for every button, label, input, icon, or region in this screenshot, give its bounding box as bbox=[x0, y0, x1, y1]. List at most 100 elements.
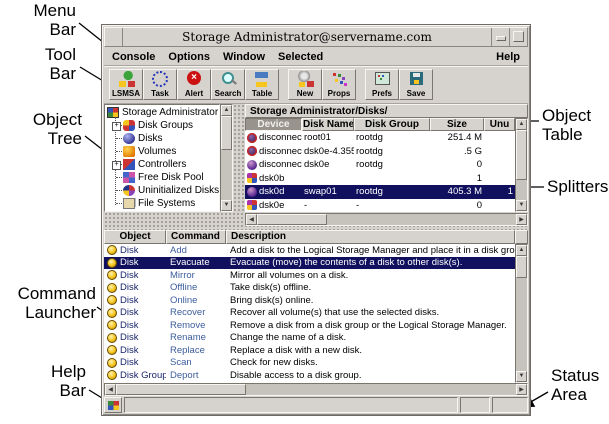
header-corner bbox=[515, 230, 528, 244]
object-table-row[interactable]: disconnected dsk0e-4.355 rootdg .5 G bbox=[245, 145, 515, 159]
status-segment bbox=[460, 397, 490, 413]
vertical-splitter[interactable] bbox=[233, 104, 245, 212]
alert-button[interactable]: Alert bbox=[177, 69, 211, 100]
scroll-up-icon[interactable]: ▲ bbox=[516, 245, 527, 256]
window-menu-button[interactable] bbox=[105, 28, 123, 46]
scroll-down-icon[interactable]: ▼ bbox=[221, 200, 232, 211]
lsmsa-button[interactable]: LSMSA bbox=[109, 69, 143, 100]
command-row[interactable]: Disk Replace Replace a disk with a new d… bbox=[104, 344, 515, 357]
command-launcher-hscrollbar[interactable]: ◀ ▶ bbox=[104, 383, 528, 396]
command-row[interactable]: Disk Offline Take disk(s) offline. bbox=[104, 282, 515, 295]
minimize-button[interactable] bbox=[491, 28, 509, 46]
scroll-thumb[interactable] bbox=[116, 384, 246, 395]
device-icon bbox=[247, 200, 257, 210]
save-button[interactable]: Save bbox=[399, 69, 433, 100]
disk-group-cell: rootdg bbox=[354, 132, 430, 143]
tree-item-uninitialized-disks[interactable]: Uninitialized Disks bbox=[112, 184, 219, 197]
command-row[interactable]: Disk Online Bring disk(s) online. bbox=[104, 294, 515, 307]
toolbar-button-label: Task bbox=[151, 89, 169, 99]
object-table-row[interactable]: disconnected root01 rootdg 251.4 M bbox=[245, 131, 515, 145]
tree-root[interactable]: Storage Administrator bbox=[107, 106, 219, 119]
device-label: disconnected bbox=[259, 146, 302, 157]
column-device[interactable]: Device bbox=[245, 118, 302, 131]
column-disk-group[interactable]: Disk Group bbox=[354, 118, 430, 131]
tree-item-disk-groups[interactable]: Disk Groups bbox=[112, 119, 219, 132]
title-bar[interactable]: Storage Administrator@servername.com bbox=[104, 27, 528, 47]
command-row[interactable]: Disk Scan Check for new disks. bbox=[104, 357, 515, 370]
device-label: disconnected bbox=[259, 132, 302, 143]
tree-item-controllers[interactable]: Controllers bbox=[112, 158, 219, 171]
search-button[interactable]: Search bbox=[211, 69, 245, 100]
scroll-right-icon[interactable]: ▶ bbox=[516, 214, 527, 225]
scroll-up-icon[interactable]: ▲ bbox=[516, 119, 527, 130]
scroll-left-icon[interactable]: ◀ bbox=[105, 384, 116, 395]
minimize-icon bbox=[496, 36, 506, 41]
object-table-row[interactable]: dsk0b 1 bbox=[245, 172, 515, 186]
object-table-row[interactable]: dsk0d swap01 rootdg 405.3 M 1 bbox=[245, 185, 515, 199]
maximize-button[interactable] bbox=[509, 28, 527, 46]
expand-icon[interactable] bbox=[112, 161, 121, 170]
scroll-thumb[interactable] bbox=[221, 116, 232, 150]
scroll-right-icon[interactable]: ▶ bbox=[516, 384, 527, 395]
tree-item-disks[interactable]: Disks bbox=[112, 132, 219, 145]
menu-options[interactable]: Options bbox=[168, 51, 210, 63]
device-cell: dsk0d bbox=[245, 186, 302, 197]
description-cell: Disable access to a disk group. bbox=[226, 370, 515, 381]
object-table-row[interactable]: disconnected dsk0e rootdg 0 bbox=[245, 158, 515, 172]
description-cell: Mirror all volumes on a disk. bbox=[226, 270, 515, 281]
scroll-down-icon[interactable]: ▼ bbox=[516, 371, 527, 382]
task-button[interactable]: Task bbox=[143, 69, 177, 100]
tree-item-volumes[interactable]: Volumes bbox=[112, 145, 219, 158]
tree-item-label: Disks bbox=[138, 133, 162, 144]
command-row[interactable]: Disk Remove Remove a disk from a disk gr… bbox=[104, 319, 515, 332]
status-icon-button[interactable] bbox=[104, 397, 122, 413]
prefs-button[interactable]: Prefs bbox=[365, 69, 399, 100]
menu-window[interactable]: Window bbox=[223, 51, 265, 63]
command-launcher-vscrollbar[interactable]: ▲ ▼ bbox=[515, 244, 528, 383]
scroll-down-icon[interactable]: ▼ bbox=[516, 200, 527, 211]
object-table-title: Storage Administrator/Disks/ bbox=[245, 104, 528, 118]
object-label: Disk bbox=[120, 282, 138, 293]
horizontal-splitter[interactable]: ◀ ▶ bbox=[104, 212, 528, 230]
device-cell: disconnected bbox=[245, 132, 302, 143]
object-table-hscrollbar[interactable]: ◀ ▶ bbox=[245, 213, 528, 226]
disk-icon bbox=[107, 270, 117, 280]
new-button[interactable]: New bbox=[288, 69, 322, 100]
command-row[interactable]: Disk Rename Change the name of a disk. bbox=[104, 332, 515, 345]
device-label: dsk0e bbox=[259, 200, 284, 211]
table-button[interactable]: Table bbox=[245, 69, 279, 100]
scroll-thumb[interactable] bbox=[516, 256, 527, 278]
volumes-icon bbox=[123, 146, 135, 157]
column-disk-name[interactable]: Disk Name bbox=[302, 118, 354, 131]
command-row[interactable]: Disk Evacuate Evacuate (move) the conten… bbox=[104, 257, 515, 270]
table-icon bbox=[254, 71, 271, 87]
status-message-area bbox=[124, 397, 458, 413]
props-button[interactable]: Props bbox=[322, 69, 356, 100]
expand-icon[interactable] bbox=[112, 122, 121, 131]
tree-scrollbar[interactable]: ▲ ▼ bbox=[220, 104, 233, 212]
column-object[interactable]: Object bbox=[104, 230, 166, 244]
column-unused[interactable]: Unu bbox=[484, 118, 515, 131]
object-table-row[interactable]: dsk0e - - 0 bbox=[245, 199, 515, 213]
scroll-thumb[interactable] bbox=[516, 130, 527, 180]
command-row[interactable]: Disk Add Add a disk to the Logical Stora… bbox=[104, 244, 515, 257]
menu-help[interactable]: Help bbox=[496, 51, 520, 63]
column-description[interactable]: Description bbox=[226, 230, 515, 244]
command-row[interactable]: Disk Mirror Mirror all volumes on a disk… bbox=[104, 269, 515, 282]
column-command[interactable]: Command bbox=[166, 230, 226, 244]
menu-console[interactable]: Console bbox=[112, 51, 155, 63]
command-row[interactable]: Disk Group Deport Disable access to a di… bbox=[104, 369, 515, 382]
object-table-vscrollbar[interactable]: ▲ ▼ bbox=[515, 118, 528, 212]
scroll-up-icon[interactable]: ▲ bbox=[221, 105, 232, 116]
command-cell: Offline bbox=[166, 282, 226, 293]
tree-item-file-systems[interactable]: File Systems bbox=[112, 197, 219, 210]
scroll-left-icon[interactable]: ◀ bbox=[246, 214, 257, 225]
command-cell: Recover bbox=[166, 307, 226, 318]
object-cell: Disk bbox=[104, 270, 166, 281]
command-row[interactable]: Disk Recover Recover all volume(s) that … bbox=[104, 307, 515, 320]
menu-selected[interactable]: Selected bbox=[278, 51, 323, 63]
scroll-thumb[interactable] bbox=[257, 214, 327, 225]
object-label: Disk bbox=[120, 257, 138, 268]
tree-item-free-disk-pool[interactable]: Free Disk Pool bbox=[112, 171, 219, 184]
column-size[interactable]: Size bbox=[430, 118, 484, 131]
